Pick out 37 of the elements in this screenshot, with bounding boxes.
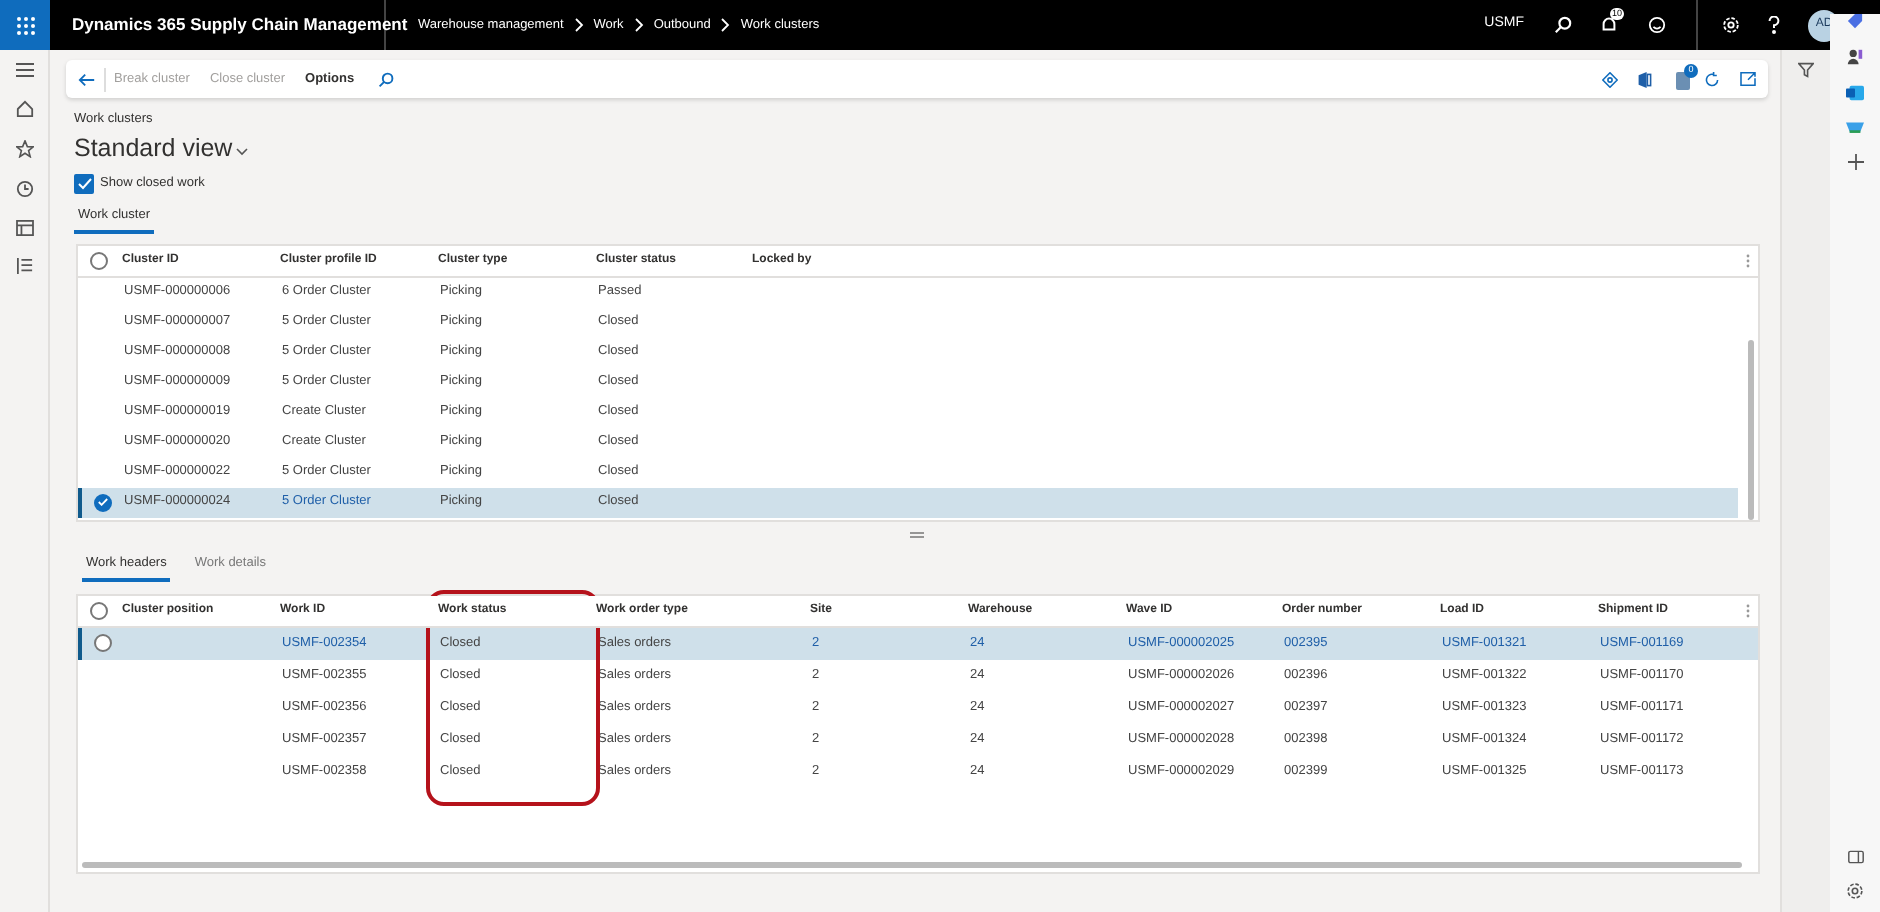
chevron-down-icon[interactable] <box>236 147 249 155</box>
refresh-icon[interactable] <box>1704 71 1720 87</box>
people-icon[interactable] <box>1846 48 1864 66</box>
settings-icon[interactable] <box>1846 882 1864 900</box>
search-icon[interactable] <box>1554 16 1572 34</box>
scrollbar[interactable] <box>1748 339 1754 520</box>
splitter-handle-icon[interactable] <box>910 532 924 539</box>
chevron-right-icon <box>573 18 584 32</box>
open-new-window-icon[interactable] <box>1740 72 1756 86</box>
tag-icon[interactable] <box>1846 14 1864 30</box>
star-icon[interactable] <box>15 140 33 158</box>
side-panel-icon[interactable] <box>1847 850 1863 864</box>
office-icon[interactable] <box>1638 71 1652 87</box>
help-icon[interactable] <box>1768 16 1780 34</box>
select-radio[interactable] <box>94 493 112 512</box>
chevron-right-icon <box>720 18 731 32</box>
smiley-icon[interactable] <box>1648 16 1666 34</box>
select-radio[interactable] <box>90 251 108 270</box>
view-selector[interactable]: Standard view <box>74 134 233 164</box>
select-radio[interactable] <box>94 634 112 652</box>
chevron-right-icon <box>633 18 644 32</box>
cart-icon[interactable] <box>1846 120 1864 136</box>
menu-icon[interactable] <box>15 62 33 78</box>
back-arrow-icon[interactable] <box>78 71 96 87</box>
mail-app-icon[interactable] <box>1846 84 1864 102</box>
checkbox[interactable] <box>74 174 94 194</box>
add-icon[interactable] <box>1847 154 1863 170</box>
select-radio[interactable] <box>90 601 108 619</box>
app-launcher-icon[interactable] <box>0 0 50 50</box>
clock-icon[interactable] <box>15 180 33 198</box>
filter-icon[interactable] <box>1798 62 1814 78</box>
list-icon[interactable] <box>15 258 33 274</box>
app-title[interactable]: Dynamics 365 Supply Chain Management <box>72 12 408 38</box>
diamond-icon[interactable] <box>1602 71 1618 87</box>
home-icon[interactable] <box>15 100 33 118</box>
scrollbar[interactable] <box>82 861 1742 867</box>
workspace-icon[interactable] <box>15 220 33 236</box>
